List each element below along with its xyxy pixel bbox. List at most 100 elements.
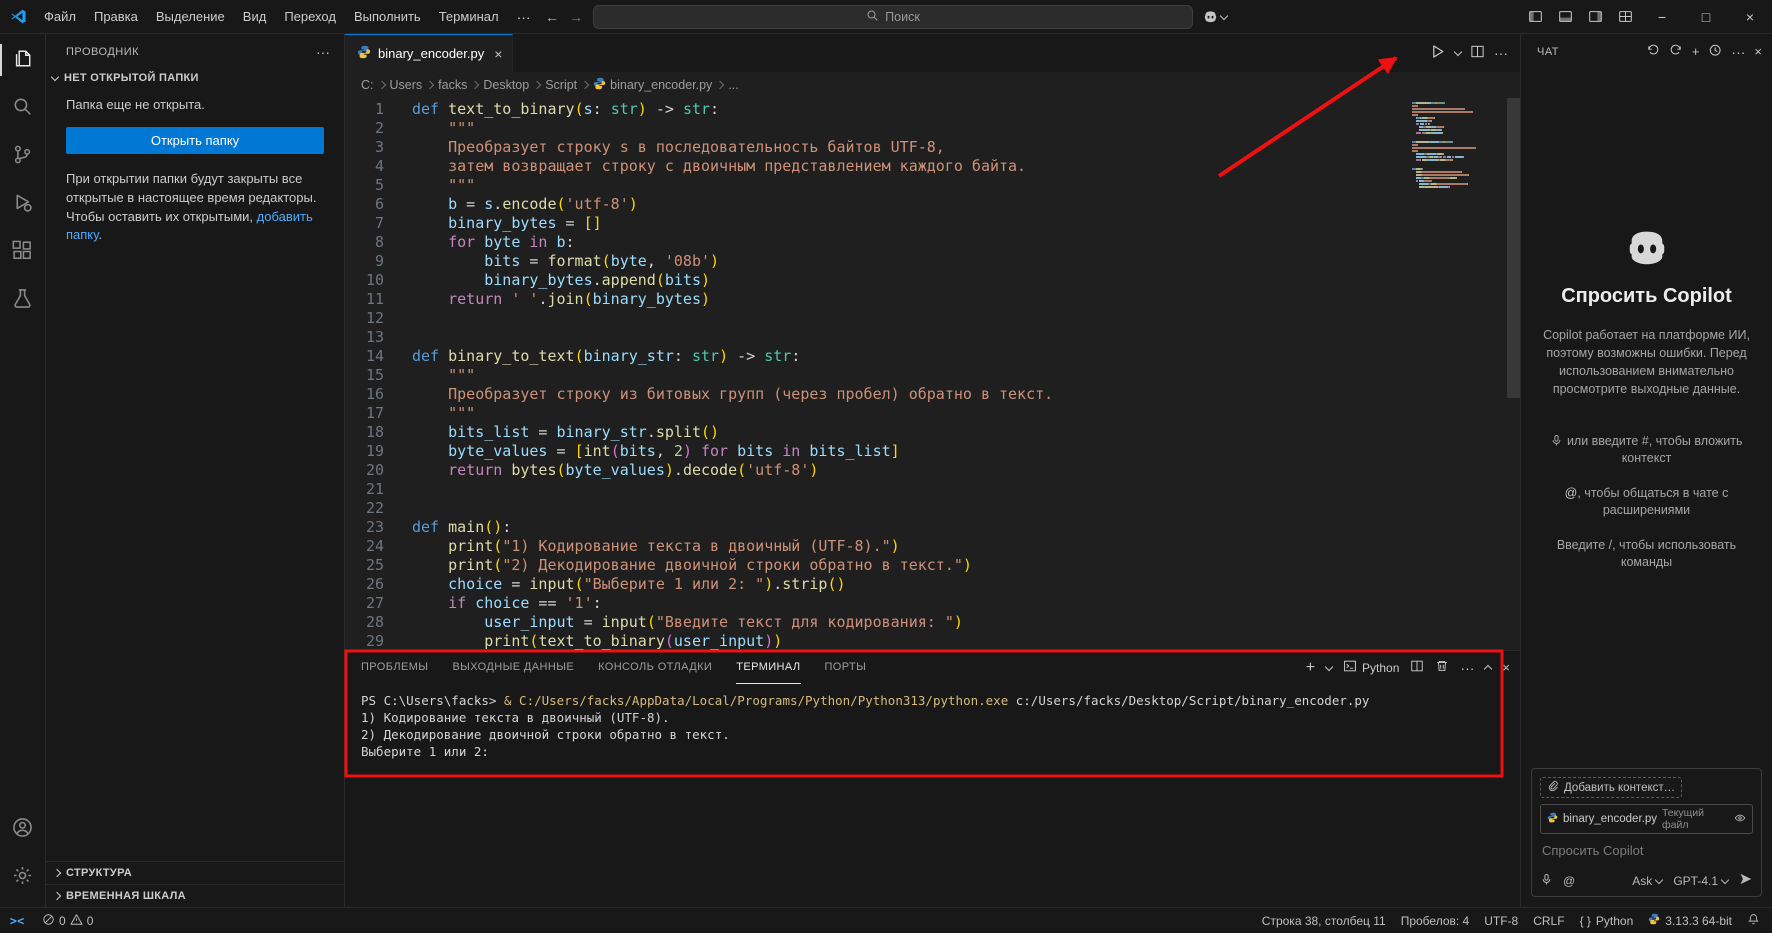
- send-button[interactable]: [1739, 872, 1753, 889]
- editor-more-button[interactable]: ···: [1494, 45, 1508, 61]
- split-terminal-button[interactable]: [1410, 659, 1424, 676]
- breadcrumb-item[interactable]: C:: [361, 78, 374, 92]
- new-chat-button[interactable]: +: [1692, 44, 1700, 59]
- cursor-position[interactable]: Строка 38, столбец 11: [1262, 914, 1386, 928]
- settings-button[interactable]: [0, 853, 46, 901]
- search-box[interactable]: Поиск: [593, 5, 1193, 29]
- minimap[interactable]: [1412, 102, 1504, 189]
- kill-terminal-button[interactable]: [1435, 659, 1449, 676]
- account-button[interactable]: [0, 805, 46, 853]
- menu-item[interactable]: Выполнить: [345, 5, 430, 29]
- line-number: 16: [345, 385, 384, 404]
- chat-input[interactable]: Спросить Copilot: [1540, 840, 1753, 866]
- tab-close-button[interactable]: ×: [494, 46, 502, 62]
- copilot-menu-button[interactable]: [1203, 9, 1227, 24]
- terminal-profile-chevron-icon[interactable]: [1325, 662, 1333, 670]
- code-line: 28 user_input = input("Введите текст для…: [345, 613, 1520, 632]
- toggle-panel-icon[interactable]: [1550, 4, 1580, 30]
- menu-bar: ФайлПравкаВыделениеВидПереходВыполнитьТе…: [35, 0, 508, 33]
- outline-section-header[interactable]: СТРУКТУРА: [46, 861, 344, 884]
- code-line: 25 print("2) Декодирование двоичной стро…: [345, 556, 1520, 575]
- panel-tab-problems[interactable]: ПРОБЛЕМЫ: [361, 651, 428, 684]
- menu-item[interactable]: Файл: [35, 5, 85, 29]
- breadcrumb-item[interactable]: Script: [545, 78, 577, 92]
- maximize-panel-icon[interactable]: [1484, 665, 1492, 673]
- activity-extensions-button[interactable]: [0, 228, 46, 276]
- back-button[interactable]: ←: [545, 9, 559, 25]
- menu-item[interactable]: Выделение: [147, 5, 234, 29]
- terminal-tab-python[interactable]: Python: [1343, 659, 1399, 676]
- panel-tab-terminal[interactable]: ТЕРМИНАЛ: [736, 651, 800, 684]
- terminal-output[interactable]: PS C:\Users\facks> & C:/Users/facks/AppD…: [345, 684, 1520, 760]
- menu-item[interactable]: Терминал: [430, 5, 508, 29]
- breadcrumb-item[interactable]: Desktop: [483, 78, 529, 92]
- editor[interactable]: 1def text_to_binary(s: str) -> str:2 """…: [345, 98, 1520, 650]
- run-button[interactable]: [1429, 43, 1446, 63]
- python-interpreter-status[interactable]: 3.13.3 64-bit: [1648, 913, 1732, 928]
- history-icon[interactable]: [1708, 43, 1722, 60]
- python-icon: [1648, 913, 1660, 928]
- mode-dropdown[interactable]: Ask: [1632, 874, 1662, 888]
- sidebar-more-button[interactable]: ···: [316, 44, 330, 60]
- activity-testing-button[interactable]: [0, 276, 46, 324]
- code-lines: 1def text_to_binary(s: str) -> str:2 """…: [345, 98, 1520, 650]
- maximize-button[interactable]: □: [1684, 0, 1728, 34]
- remote-indicator[interactable]: ><: [0, 908, 34, 933]
- chat-composer[interactable]: Добавить контекст… binary_encoder.py Тек…: [1531, 768, 1762, 897]
- mic-icon[interactable]: [1540, 873, 1553, 889]
- breadcrumb-item[interactable]: Users: [390, 78, 423, 92]
- toggle-primary-sidebar-icon[interactable]: [1520, 4, 1550, 30]
- activity-source-control-button[interactable]: [0, 132, 46, 180]
- panel-tab-debug-console[interactable]: КОНСОЛЬ ОТЛАДКИ: [598, 651, 712, 684]
- minimap-line: [1412, 171, 1504, 173]
- breadcrumb-item[interactable]: facks: [438, 78, 467, 92]
- eye-icon[interactable]: [1734, 812, 1746, 827]
- timeline-section-header[interactable]: ВРЕМЕННАЯ ШКАЛА: [46, 884, 344, 907]
- activity-explorer-button[interactable]: [0, 36, 46, 84]
- eol-status[interactable]: CRLF: [1533, 914, 1564, 928]
- model-dropdown[interactable]: GPT-4.1: [1673, 874, 1728, 888]
- close-panel-button[interactable]: ×: [1502, 660, 1510, 675]
- language-status[interactable]: { }Python: [1580, 914, 1634, 928]
- breadcrumbs: C: Users facks Desktop Script binary_encoder.…: [345, 72, 1520, 98]
- open-folder-button[interactable]: Открыть папку: [66, 127, 324, 154]
- new-terminal-button[interactable]: +: [1306, 660, 1315, 676]
- minimize-button[interactable]: −: [1640, 0, 1684, 34]
- activity-run-debug-button[interactable]: [0, 180, 46, 228]
- menu-item[interactable]: Переход: [275, 5, 345, 29]
- line-number: 3: [345, 138, 384, 157]
- problems-status[interactable]: 0 0: [34, 913, 101, 929]
- mention-button[interactable]: @: [1563, 874, 1575, 888]
- redo-icon[interactable]: [1669, 43, 1683, 60]
- breadcrumb-item[interactable]: ...: [728, 78, 738, 92]
- panel-more-button[interactable]: ···: [1460, 660, 1474, 676]
- no-folder-text: Папка еще не открыта.: [46, 87, 344, 115]
- close-chat-button[interactable]: ×: [1754, 44, 1762, 59]
- menu-item[interactable]: Правка: [85, 5, 147, 29]
- minimap-line: [1412, 132, 1504, 134]
- context-file-chip[interactable]: binary_encoder.py Текущий файл: [1540, 804, 1753, 834]
- encoding-status[interactable]: UTF-8: [1484, 914, 1518, 928]
- add-context-button[interactable]: Добавить контекст…: [1540, 777, 1682, 798]
- run-dropdown-chevron-icon[interactable]: [1454, 48, 1462, 56]
- notifications-bell-icon[interactable]: [1747, 913, 1760, 929]
- forward-button[interactable]: →: [569, 9, 583, 25]
- menu-more-button[interactable]: ···: [508, 5, 540, 29]
- chat-more-button[interactable]: ···: [1731, 44, 1745, 60]
- no-folder-section-header[interactable]: НЕТ ОТКРЫТОЙ ПАПКИ: [46, 69, 344, 87]
- panel-tab-ports[interactable]: ПОРТЫ: [825, 651, 867, 684]
- activity-search-button[interactable]: [0, 84, 46, 132]
- split-editor-button[interactable]: [1470, 44, 1485, 62]
- menu-item[interactable]: Вид: [234, 5, 276, 29]
- undo-icon[interactable]: [1646, 43, 1660, 60]
- breadcrumb-item[interactable]: binary_encoder.py: [593, 77, 712, 93]
- tab-binary-encoder[interactable]: binary_encoder.py ×: [345, 34, 513, 72]
- indentation-status[interactable]: Пробелов: 4: [1401, 914, 1470, 928]
- customize-layout-icon[interactable]: [1610, 4, 1640, 30]
- activity-bar-bottom: [0, 805, 46, 901]
- editor-scrollbar[interactable]: [1507, 98, 1520, 398]
- close-window-button[interactable]: ×: [1728, 0, 1772, 34]
- toggle-secondary-sidebar-icon[interactable]: [1580, 4, 1610, 30]
- panel-tab-output[interactable]: ВЫХОДНЫЕ ДАННЫЕ: [452, 651, 574, 684]
- chat-disclaimer: Copilot работает на платформе ИИ, поэтом…: [1538, 326, 1756, 399]
